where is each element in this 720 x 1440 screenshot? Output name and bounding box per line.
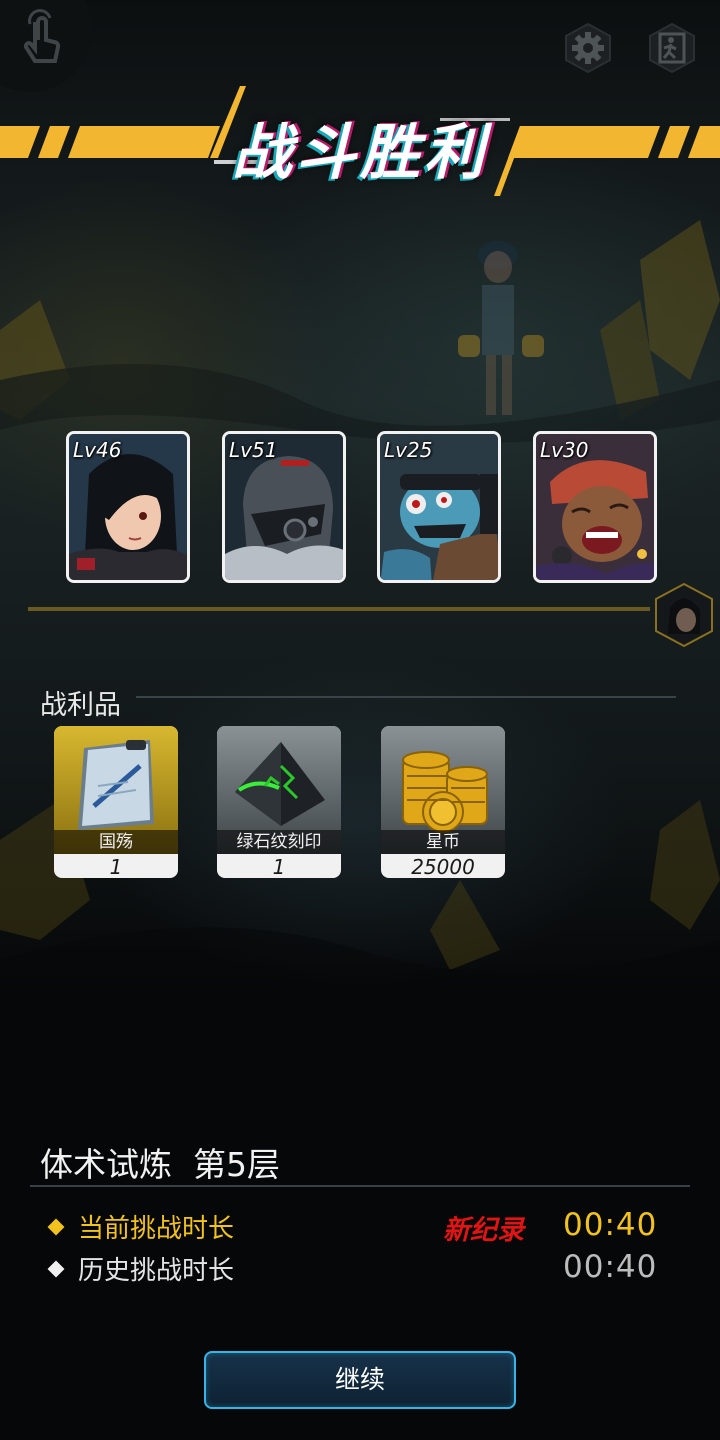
loot-item-1[interactable]: 国殇 1	[54, 726, 178, 878]
hero-level: Lv46	[73, 438, 122, 462]
loot-item-3[interactable]: 星币 25000	[381, 726, 505, 878]
loot-item-qty: 1	[272, 855, 286, 878]
loot-item-name: 绿石纹刻印	[217, 830, 341, 854]
stage-divider	[30, 1185, 690, 1187]
background-character	[458, 241, 544, 415]
loot-section-title: 战利品	[40, 690, 121, 721]
history-duration-row: 历史挑战时长	[47, 1250, 235, 1287]
loot-item-qty: 25000	[411, 855, 475, 878]
history-duration-label: 历史挑战时长	[78, 1256, 235, 1286]
hero-portrait-1[interactable]: Lv46	[66, 431, 190, 583]
exit-door-icon[interactable]	[646, 22, 698, 74]
continue-button[interactable]: 继续	[204, 1351, 516, 1409]
loot-item-name: 星币	[381, 830, 505, 854]
stage-name: 体术试炼 第5层	[40, 1145, 280, 1184]
loot-divider	[136, 696, 676, 698]
hero-portrait-2[interactable]: Lv51	[222, 431, 346, 583]
settings-gear-icon[interactable]	[562, 22, 614, 74]
current-duration-time: 00:40	[563, 1207, 658, 1243]
hero-portrait-4[interactable]: Lv30	[533, 431, 657, 583]
diamond-bullet-icon	[47, 1260, 65, 1277]
victory-title: 战斗胜利	[232, 118, 488, 188]
hero-level: Lv30	[540, 438, 589, 462]
hero-level: Lv25	[384, 438, 433, 462]
new-record-badge: 新纪录	[443, 1215, 524, 1246]
hero-portrait-3[interactable]: Lv25	[377, 431, 501, 583]
history-duration-time: 00:40	[563, 1249, 658, 1285]
leader-avatar[interactable]	[654, 582, 714, 648]
hero-divider	[28, 607, 650, 611]
current-duration-label: 当前挑战时长	[78, 1214, 235, 1244]
current-duration-row: 当前挑战时长	[47, 1208, 235, 1245]
loot-item-2[interactable]: 绿石纹刻印 1	[217, 726, 341, 878]
diamond-bullet-icon	[47, 1218, 65, 1235]
loot-item-name: 国殇	[54, 830, 178, 854]
loot-item-qty: 1	[109, 855, 123, 878]
hero-level: Lv51	[229, 438, 278, 462]
